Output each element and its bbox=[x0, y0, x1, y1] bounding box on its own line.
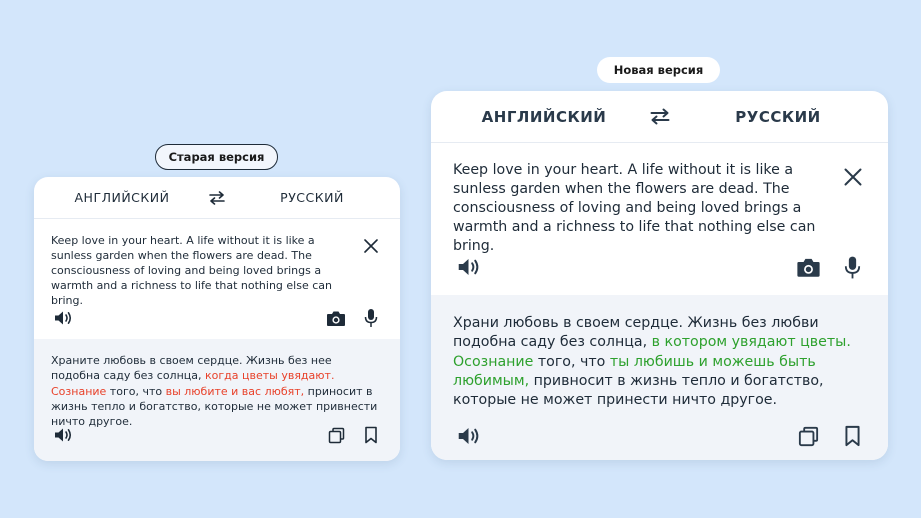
bookmark-icon bbox=[365, 426, 377, 444]
source-language-button[interactable]: АНГЛИЙСКИЙ bbox=[62, 177, 182, 218]
highlighted-phrase-2: вы любите и вас любят, bbox=[165, 384, 305, 398]
microphone-icon bbox=[364, 309, 378, 327]
bookmark-button[interactable] bbox=[839, 422, 865, 450]
clear-button[interactable] bbox=[840, 164, 866, 190]
clear-button[interactable] bbox=[360, 235, 382, 257]
speaker-icon bbox=[55, 428, 72, 442]
translation-text: Храните любовь в своем сердце. Жизнь без… bbox=[51, 354, 378, 429]
source-language-button[interactable]: АНГЛИЙСКИЙ bbox=[469, 91, 619, 142]
swap-icon bbox=[209, 190, 225, 205]
copy-button[interactable] bbox=[795, 423, 821, 449]
translation-area: Храни любовь в своем сердце. Жизнь без л… bbox=[431, 295, 888, 460]
bookmark-icon bbox=[844, 425, 860, 447]
voice-input-button[interactable] bbox=[839, 253, 865, 281]
source-text-input[interactable]: Keep love in your heart. A life without … bbox=[51, 233, 351, 308]
translation-text: Храни любовь в своем сердце. Жизнь без л… bbox=[453, 315, 851, 409]
copy-button[interactable] bbox=[325, 424, 347, 446]
listen-translation-button[interactable] bbox=[51, 424, 75, 446]
swap-languages-button[interactable] bbox=[204, 177, 230, 218]
speaker-icon bbox=[55, 311, 72, 325]
language-bar: АНГЛИЙСКИЙ РУССКИЙ bbox=[34, 177, 400, 219]
listen-translation-button[interactable] bbox=[453, 423, 483, 449]
language-bar: АНГЛИЙСКИЙ РУССКИЙ bbox=[431, 91, 888, 143]
voice-input-button[interactable] bbox=[360, 306, 382, 330]
old-translator-card: АНГЛИЙСКИЙ РУССКИЙ Keep love in your hea… bbox=[34, 177, 400, 461]
swap-icon bbox=[650, 108, 670, 125]
target-language-button[interactable]: РУССКИЙ bbox=[254, 177, 370, 218]
speaker-icon bbox=[458, 428, 478, 444]
camera-icon bbox=[796, 258, 820, 277]
translation-area: Храните любовь в своем сердце. Жизнь без… bbox=[34, 339, 400, 461]
microphone-icon bbox=[844, 256, 860, 278]
swap-languages-button[interactable] bbox=[645, 91, 675, 142]
camera-button[interactable] bbox=[324, 307, 348, 329]
close-icon bbox=[364, 239, 378, 253]
listen-source-button[interactable] bbox=[453, 254, 483, 280]
camera-button[interactable] bbox=[793, 254, 823, 280]
listen-source-button[interactable] bbox=[51, 307, 75, 329]
target-language-button[interactable]: РУССКИЙ bbox=[713, 91, 843, 142]
copy-icon bbox=[798, 426, 818, 446]
copy-icon bbox=[328, 427, 344, 443]
camera-icon bbox=[327, 311, 345, 326]
new-version-label: Новая версия bbox=[597, 57, 720, 83]
close-icon bbox=[844, 168, 862, 186]
bookmark-button[interactable] bbox=[360, 423, 382, 447]
speaker-icon bbox=[458, 259, 478, 275]
source-text-input[interactable]: Keep love in your heart. A life without … bbox=[453, 161, 833, 256]
old-version-label: Старая версия bbox=[155, 144, 278, 170]
new-translator-card: АНГЛИЙСКИЙ РУССКИЙ Keep love in your hea… bbox=[431, 91, 888, 460]
